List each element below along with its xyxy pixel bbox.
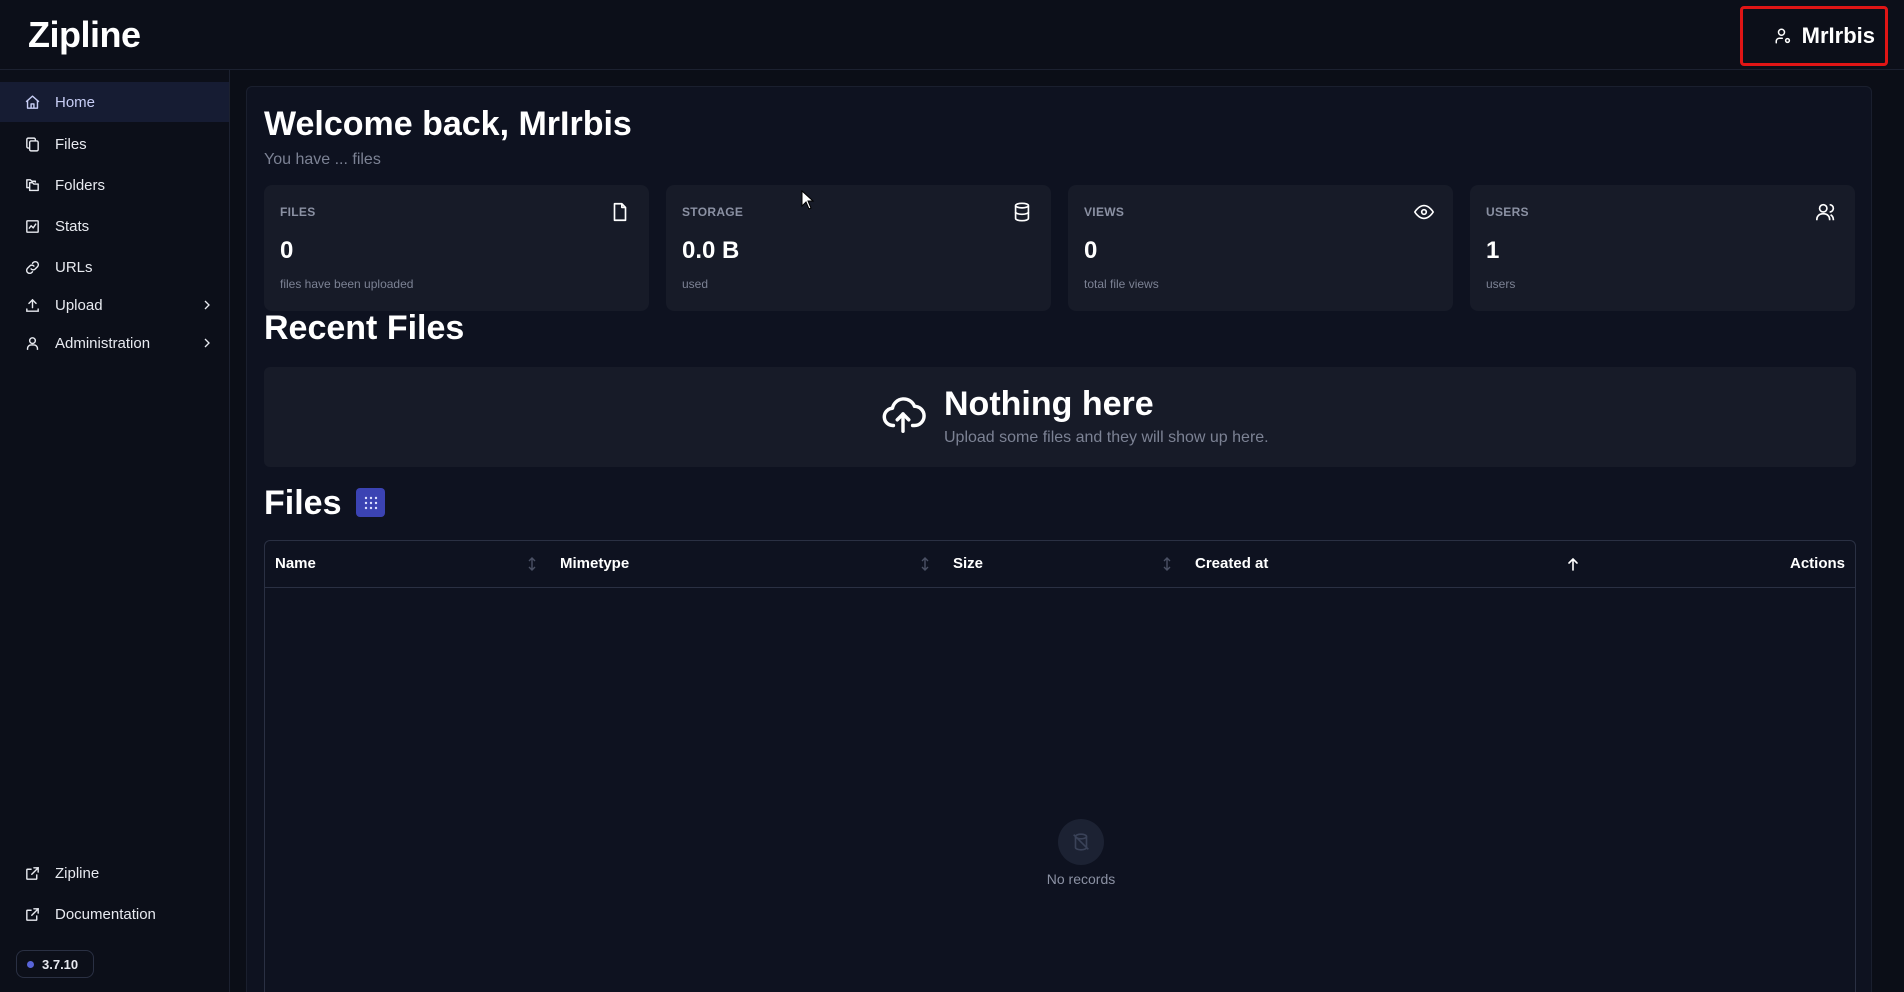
sidebar-item-label: Home [55, 93, 96, 111]
sidebar-item-files[interactable]: Files [0, 124, 229, 164]
recent-files-title: Recent Files [264, 309, 465, 347]
mouse-cursor-icon [801, 190, 815, 210]
stat-label: VIEWS [1084, 205, 1125, 219]
column-header-created-at[interactable]: Created at [1195, 555, 1268, 572]
sidebar-item-stats[interactable]: Stats [0, 206, 229, 246]
stat-value: 0 [1084, 237, 1098, 264]
stat-card-views: VIEWS 0 total file views [1068, 185, 1453, 311]
stat-desc: total file views [1084, 277, 1159, 291]
stat-card-users: USERS 1 users [1470, 185, 1855, 311]
link-icon [25, 260, 40, 274]
empty-description: Upload some files and they will show up … [944, 429, 1269, 446]
sort-icon[interactable] [919, 557, 931, 571]
stat-value: 0.0 B [682, 237, 740, 264]
sidebar-item-label: Upload [55, 296, 103, 314]
column-header-name[interactable]: Name [275, 555, 316, 572]
sort-icon[interactable] [1161, 557, 1173, 571]
stat-desc: users [1486, 277, 1516, 291]
stat-label: STORAGE [682, 205, 744, 219]
users-icon [1816, 203, 1835, 221]
home-icon [25, 94, 40, 109]
version-label: 3.7.10 [42, 956, 79, 972]
chevron-right-icon [204, 338, 210, 348]
external-link-icon [26, 866, 39, 880]
files-title: Files [264, 484, 342, 522]
chevron-right-icon [204, 300, 210, 310]
sidebar-item-label: Documentation [55, 905, 156, 923]
stat-desc: used [682, 277, 709, 291]
sidebar-item-administration[interactable]: Administration [0, 323, 229, 363]
sidebar-item-label: Zipline [55, 864, 100, 882]
database-icon [1014, 202, 1030, 222]
stat-label: USERS [1486, 205, 1529, 219]
sidebar-item-home[interactable]: Home [0, 82, 229, 122]
stat-value: 0 [280, 237, 294, 264]
sidebar-item-label: Folders [55, 176, 106, 194]
files-table: Name Mimetype Size Created at Actions No… [264, 540, 1856, 992]
sidebar-item-label: Files [55, 135, 87, 153]
user-settings-icon [1775, 28, 1790, 44]
version-badge: 3.7.10 [16, 950, 94, 978]
stat-label: FILES [280, 205, 316, 219]
main-panel: Welcome back, MrIrbis You have ... files… [246, 86, 1872, 992]
grid-icon [364, 496, 377, 509]
cloud-upload-icon [882, 397, 926, 433]
database-off-icon [1073, 833, 1089, 851]
sidebar-item-upload[interactable]: Upload [0, 285, 229, 325]
table-header: Name Mimetype Size Created at Actions [265, 541, 1855, 588]
sidebar-item-urls[interactable]: URLs [0, 247, 229, 287]
stats-icon [26, 219, 39, 233]
sidebar-footer-zipline[interactable]: Zipline [0, 853, 229, 893]
status-dot [27, 960, 34, 968]
brand-title[interactable]: Zipline [28, 14, 141, 56]
stat-value: 1 [1486, 237, 1500, 264]
upload-icon [26, 298, 39, 312]
no-records-text: No records [1046, 871, 1116, 887]
column-header-actions: Actions [1789, 555, 1845, 572]
page-subtitle: You have ... files [264, 151, 381, 168]
page-title: Welcome back, MrIrbis [264, 105, 632, 143]
sidebar: Home Files Folders Stats URLs Upload Adm… [0, 70, 230, 992]
sort-icon[interactable] [526, 557, 538, 571]
files-icon [26, 136, 39, 152]
column-header-mimetype[interactable]: Mimetype [560, 555, 629, 572]
top-header: Zipline MrIrbis [0, 0, 1904, 70]
username-label: MrIrbis [1801, 23, 1875, 48]
sidebar-item-folders[interactable]: Folders [0, 165, 229, 205]
sort-ascending-icon[interactable] [1567, 557, 1579, 571]
file-icon [613, 202, 627, 222]
folders-icon [26, 178, 39, 191]
column-header-size[interactable]: Size [953, 555, 983, 572]
no-records-icon [1058, 819, 1104, 865]
stat-card-storage: STORAGE 0.0 B used [666, 185, 1051, 311]
grid-view-button[interactable] [356, 488, 385, 517]
sidebar-item-label: URLs [55, 258, 93, 276]
stat-desc: files have been uploaded [280, 277, 414, 291]
empty-title: Nothing here [944, 385, 1154, 423]
external-link-icon [26, 907, 39, 921]
user-menu-button[interactable]: MrIrbis [1740, 6, 1888, 66]
stat-card-files: FILES 0 files have been uploaded [264, 185, 649, 311]
sidebar-footer-documentation[interactable]: Documentation [0, 894, 229, 934]
recent-files-empty: Nothing here Upload some files and they … [264, 367, 1856, 467]
eye-icon [1413, 204, 1435, 220]
sidebar-item-label: Administration [55, 334, 151, 352]
sidebar-item-label: Stats [55, 217, 90, 235]
user-icon [26, 336, 39, 350]
